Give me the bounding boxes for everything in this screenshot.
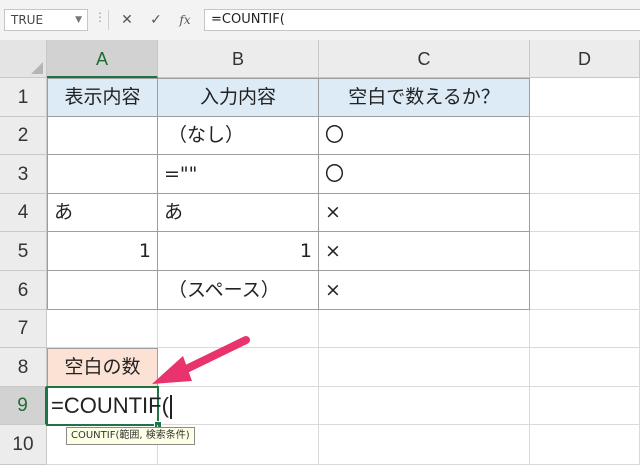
- annotation-arrow-icon: [152, 336, 250, 384]
